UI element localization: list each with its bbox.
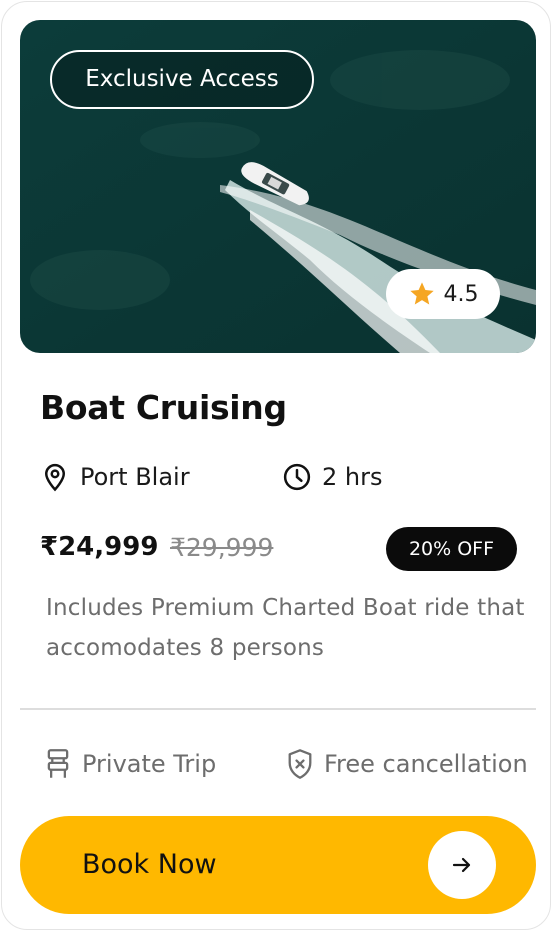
feature-private-trip: Private Trip [44,744,216,784]
hero-image: Exclusive Access 4.5 [20,20,536,353]
product-card[interactable]: Exclusive Access 4.5 Boat Cruising Port … [1,1,551,930]
rating-badge: 4.5 [386,269,500,319]
feature-free-cancellation: Free cancellation [286,744,528,784]
star-icon [409,282,434,305]
shield-x-icon [288,749,312,779]
price: ₹24,999 [40,532,159,562]
location-info: Port Blair [40,458,190,496]
book-now-label: Book Now [82,849,217,880]
duration-label: 2 hrs [322,463,383,491]
clock-icon [283,463,311,491]
product-description: Includes Premium Charted Boat ride that … [46,595,525,661]
product-title: Boat Cruising [40,388,287,427]
duration-info: 2 hrs [282,458,382,496]
exclusive-access-badge: Exclusive Access [50,50,314,109]
arrow-right-icon[interactable] [428,831,496,899]
discount-badge: 20% OFF [386,527,517,571]
original-price: ₹29,999 [170,533,274,562]
divider [20,708,536,710]
rating-value: 4.5 [443,281,479,307]
location-label: Port Blair [80,463,190,491]
book-now-button[interactable]: Book Now [20,816,536,914]
feature-label: Private Trip [82,750,217,778]
feature-label: Free cancellation [324,750,528,778]
seat-icon [47,749,69,778]
location-pin-icon [44,463,66,492]
